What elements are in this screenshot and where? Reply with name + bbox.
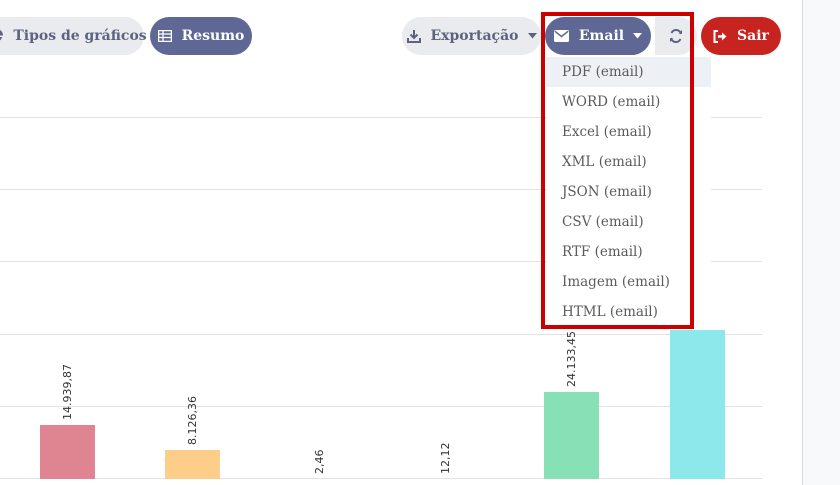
sign-out-icon — [713, 29, 727, 43]
refresh-button[interactable] — [655, 17, 697, 55]
grid-line — [0, 334, 762, 335]
summary-label: Resumo — [181, 28, 245, 44]
email-button[interactable]: Email — [545, 17, 651, 55]
chart-types-button[interactable]: Tipos de gráficos — [0, 17, 147, 55]
bar — [544, 391, 599, 479]
bar — [40, 425, 95, 479]
logout-label: Sair — [737, 28, 769, 44]
export-label: Exportação — [430, 28, 519, 44]
menu-item-xml-email[interactable]: XML (email) — [546, 147, 711, 177]
menu-item-json-email[interactable]: JSON (email) — [546, 177, 711, 207]
summary-button[interactable]: Resumo — [150, 17, 252, 55]
bar-data-label: 14.939,87 — [61, 364, 74, 420]
menu-item-pdf-email[interactable]: PDF (email) — [546, 57, 711, 87]
menu-item-excel-email[interactable]: Excel (email) — [546, 117, 711, 147]
caret-down-icon — [527, 33, 537, 39]
chart-types-label: Tipos de gráficos — [13, 28, 147, 44]
logout-button[interactable]: Sair — [701, 17, 781, 55]
bar-data-label: 12,12 — [439, 442, 452, 474]
email-dropdown-menu: PDF (email) WORD (email) Excel (email) X… — [546, 56, 711, 328]
caret-down-icon — [633, 33, 643, 39]
bar-data-label: 8.126,36 — [186, 395, 199, 445]
envelope-icon — [553, 30, 569, 42]
right-panel — [803, 0, 840, 485]
menu-item-html-email[interactable]: HTML (email) — [546, 297, 711, 327]
menu-item-rtf-email[interactable]: RTF (email) — [546, 237, 711, 267]
bar-data-label: 2,46 — [313, 449, 326, 474]
export-button[interactable]: Exportação — [402, 17, 541, 55]
download-icon — [406, 29, 421, 43]
menu-item-word-email[interactable]: WORD (email) — [546, 87, 711, 117]
table-icon — [157, 30, 172, 42]
email-label: Email — [578, 28, 625, 44]
grid-line — [0, 478, 762, 479]
refresh-icon — [669, 29, 683, 43]
grid-line — [0, 406, 762, 407]
menu-item-image-email[interactable]: Imagem (email) — [546, 267, 711, 297]
bar-data-label: 24.133,45 — [565, 330, 578, 387]
bar — [670, 329, 725, 479]
pie-chart-icon — [0, 29, 4, 43]
bar — [165, 449, 220, 479]
menu-item-csv-email[interactable]: CSV (email) — [546, 207, 711, 237]
